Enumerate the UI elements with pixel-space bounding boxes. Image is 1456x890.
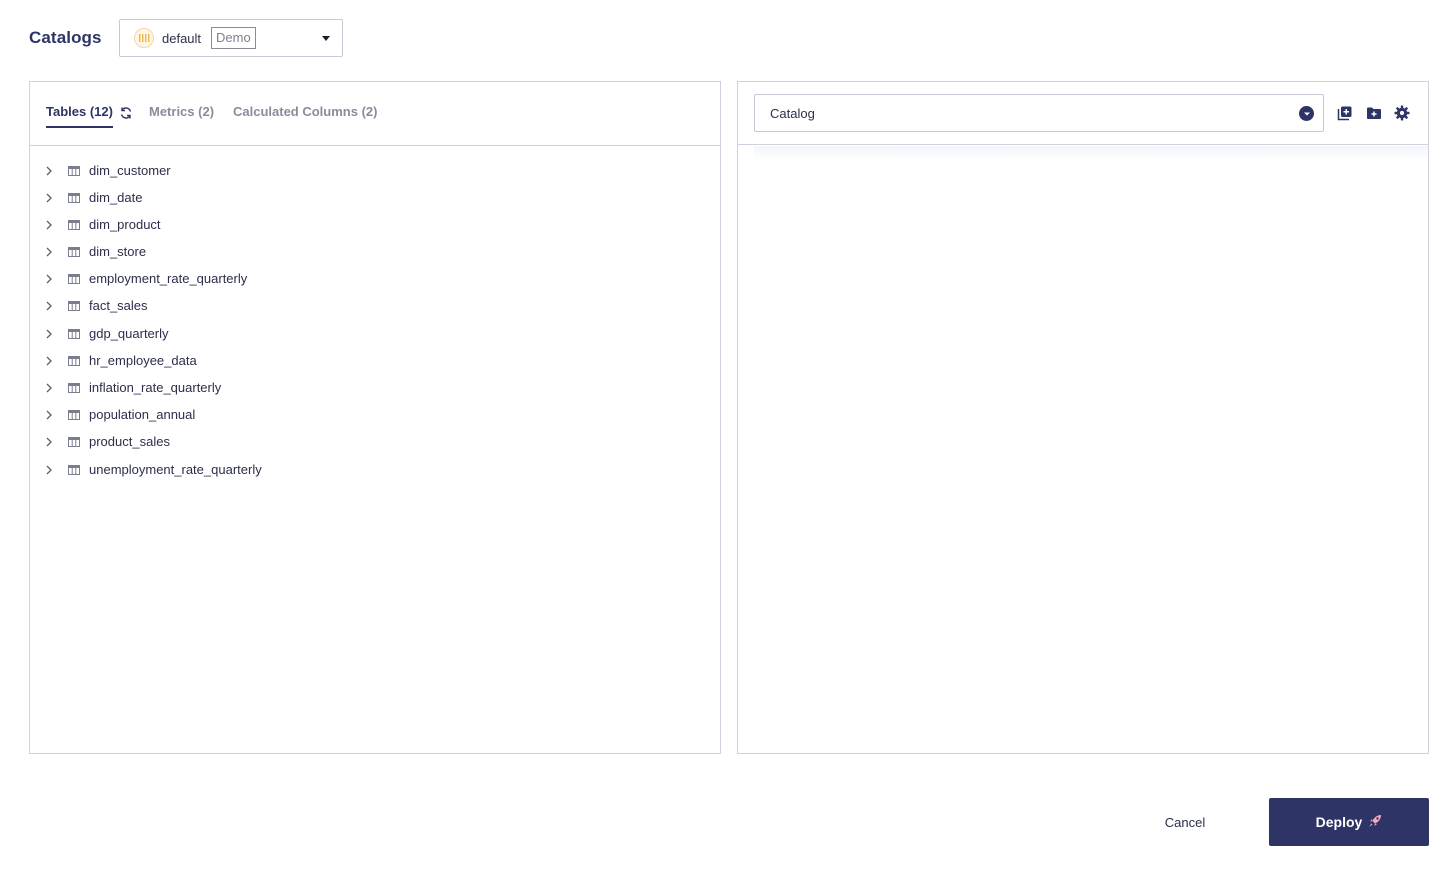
tree-item[interactable]: employment_rate_quarterly	[30, 265, 720, 292]
chevron-right-icon[interactable]	[44, 437, 54, 447]
table-name: fact_sales	[89, 298, 148, 313]
chevron-right-icon[interactable]	[44, 410, 54, 420]
catalog-toolbar: Catalog	[738, 82, 1428, 145]
tree-item[interactable]: dim_product	[30, 211, 720, 238]
tree-item[interactable]: unemployment_rate_quarterly	[30, 456, 720, 483]
table-icon	[68, 165, 80, 176]
table-name: dim_date	[89, 190, 143, 205]
catalog-dropdown[interactable]: Catalog	[754, 94, 1324, 132]
table-name: gdp_quarterly	[89, 326, 169, 341]
rocket-icon	[1368, 814, 1382, 831]
catalog-content-area	[754, 146, 1428, 753]
tree-item[interactable]: population_annual	[30, 401, 720, 428]
catalog-panel: Catalog	[737, 81, 1429, 754]
table-icon	[68, 409, 80, 420]
tables-panel: Tables (12) Metrics (2) Calculated Colum…	[29, 81, 721, 754]
table-icon	[68, 300, 80, 311]
table-icon	[68, 219, 80, 230]
catalog-selector[interactable]: default Demo	[119, 19, 343, 57]
chevron-right-icon[interactable]	[44, 247, 54, 257]
table-name: dim_customer	[89, 163, 171, 178]
tree-item[interactable]: dim_date	[30, 184, 720, 211]
chevron-right-icon[interactable]	[44, 193, 54, 203]
tab-calculated-columns[interactable]: Calculated Columns (2)	[233, 104, 377, 128]
add-table-icon[interactable]	[1337, 105, 1353, 121]
table-icon	[68, 273, 80, 284]
table-icon	[68, 382, 80, 393]
chevron-right-icon[interactable]	[44, 301, 54, 311]
tree-item[interactable]: gdp_quarterly	[30, 320, 720, 347]
chevron-right-icon[interactable]	[44, 274, 54, 284]
chevron-right-icon[interactable]	[44, 166, 54, 176]
table-icon	[68, 464, 80, 475]
environment-badge: Demo	[211, 27, 256, 49]
table-name: hr_employee_data	[89, 353, 197, 368]
content-shade	[754, 146, 1428, 162]
add-folder-icon[interactable]	[1366, 105, 1382, 121]
tree-item[interactable]: fact_sales	[30, 292, 720, 319]
catalog-dropdown-label: Catalog	[770, 105, 815, 121]
chevron-right-icon[interactable]	[44, 220, 54, 230]
chevron-right-icon[interactable]	[44, 465, 54, 475]
table-icon	[68, 246, 80, 257]
database-icon	[134, 28, 154, 48]
page-title: Catalogs	[29, 28, 102, 47]
table-icon	[68, 328, 80, 339]
chevron-right-icon[interactable]	[44, 383, 54, 393]
table-name: unemployment_rate_quarterly	[89, 462, 262, 477]
cancel-button[interactable]: Cancel	[1146, 809, 1224, 835]
tree-item[interactable]: product_sales	[30, 428, 720, 455]
table-name: dim_product	[89, 217, 161, 232]
table-name: dim_store	[89, 244, 147, 259]
chevron-right-icon[interactable]	[44, 356, 54, 366]
tab-metrics[interactable]: Metrics (2)	[149, 104, 214, 128]
deploy-button-label: Deploy	[1315, 814, 1363, 830]
table-name: employment_rate_quarterly	[89, 271, 248, 286]
tree-item[interactable]: hr_employee_data	[30, 347, 720, 374]
tab-bar: Tables (12) Metrics (2) Calculated Colum…	[30, 82, 720, 146]
selected-catalog-name: default	[162, 30, 202, 46]
caret-down-icon	[322, 36, 330, 41]
tree-item[interactable]: inflation_rate_quarterly	[30, 374, 720, 401]
page-header: Catalogs default Demo	[29, 19, 343, 57]
table-name: product_sales	[89, 434, 170, 449]
deploy-button[interactable]: Deploy	[1269, 798, 1429, 846]
table-icon	[68, 436, 80, 447]
chevron-right-icon[interactable]	[44, 329, 54, 339]
tab-tables[interactable]: Tables (12)	[46, 104, 113, 128]
table-name: population_annual	[89, 407, 196, 422]
table-icon	[68, 192, 80, 203]
settings-icon[interactable]	[1394, 105, 1410, 121]
table-name: inflation_rate_quarterly	[89, 380, 222, 395]
dropdown-circle-icon	[1299, 106, 1314, 121]
tree-item[interactable]: dim_customer	[30, 157, 720, 184]
table-icon	[68, 355, 80, 366]
refresh-icon[interactable]	[119, 106, 133, 120]
tree-item[interactable]: dim_store	[30, 238, 720, 265]
